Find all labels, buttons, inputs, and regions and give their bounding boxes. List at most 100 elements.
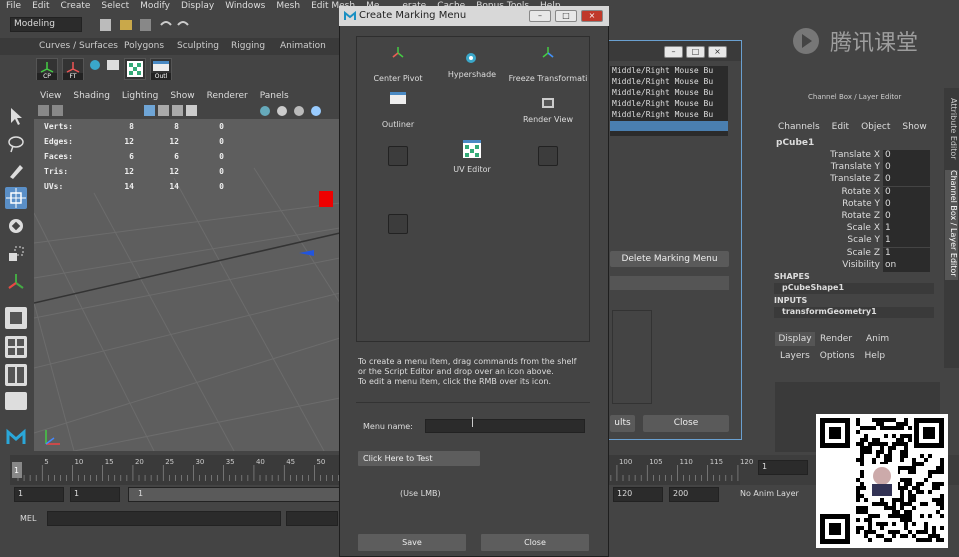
minimize-button[interactable]: –: [664, 46, 683, 58]
channel-value[interactable]: 1: [883, 223, 930, 236]
channel-value[interactable]: 0: [883, 198, 930, 211]
empty-slot-west[interactable]: [388, 146, 408, 166]
channel-row[interactable]: Translate Y0: [780, 162, 935, 175]
side-by-side-layout-icon[interactable]: [5, 364, 27, 386]
channel-box-tab[interactable]: Channel Box / Layer Editor: [945, 170, 958, 280]
menu-2[interactable]: Create: [55, 0, 96, 14]
test-marking-menu-button[interactable]: Click Here to Test: [358, 451, 480, 466]
menu-3[interactable]: Select: [95, 0, 134, 14]
current-time-field[interactable]: 1: [758, 460, 808, 475]
save-button[interactable]: Save: [358, 534, 466, 551]
channel-row[interactable]: Scale X1: [780, 223, 935, 236]
input-node[interactable]: transformGeometry1: [774, 307, 934, 318]
marking-menu-list-item[interactable]: Middle/Right Mouse Bu: [610, 88, 728, 99]
marking-menu-option-field[interactable]: [610, 276, 729, 290]
layer-tab-render[interactable]: Render: [820, 334, 852, 344]
marking-menu-list-item[interactable]: Middle/Right Mouse Bu: [610, 110, 728, 121]
marking-menu-list-selected[interactable]: [610, 121, 728, 131]
empty-slot-lower[interactable]: [388, 214, 408, 234]
empty-slot-east[interactable]: [538, 146, 558, 166]
layer-menu-help[interactable]: Help: [865, 351, 886, 361]
dialog-maximize-button[interactable]: □: [555, 10, 577, 22]
attribute-editor-tab[interactable]: Attribute Editor: [946, 98, 958, 178]
shelf-tab-curves[interactable]: Curves / Surfaces: [33, 38, 124, 55]
defaults-button[interactable]: ults: [610, 415, 635, 432]
paint-select-tool-icon[interactable]: [5, 160, 27, 182]
channel-value[interactable]: 0: [883, 162, 930, 175]
uv-editor-shelf-icon[interactable]: [124, 58, 146, 80]
channel-value[interactable]: 1: [883, 247, 930, 260]
center-pivot-icon[interactable]: [390, 45, 406, 62]
end-time-field[interactable]: 200: [669, 487, 719, 502]
outliner-icon[interactable]: [390, 92, 406, 107]
viewport-menu-panels[interactable]: Panels: [254, 91, 295, 103]
rotate-tool-icon[interactable]: [5, 215, 27, 237]
channel-box-menu-object[interactable]: Object: [861, 122, 890, 132]
viewport-menu-renderer[interactable]: Renderer: [201, 91, 254, 103]
menu-7[interactable]: Mesh: [270, 0, 305, 14]
center-pivot-shelf-icon[interactable]: CP: [36, 58, 58, 80]
menu-1[interactable]: Edit: [26, 0, 54, 14]
menu-4[interactable]: Modify: [134, 0, 175, 14]
channel-value[interactable]: 0: [883, 211, 930, 223]
start-time-field[interactable]: 1: [14, 487, 64, 502]
channel-row[interactable]: Visibility on: [780, 259, 935, 272]
channel-row[interactable]: Translate X0: [780, 150, 935, 162]
universal-manip-icon[interactable]: [5, 271, 27, 293]
layer-tab-anim[interactable]: Anim: [866, 334, 889, 344]
playback-start-field[interactable]: 1: [70, 487, 120, 502]
mel-command-input[interactable]: [47, 511, 281, 526]
uv-editor-icon[interactable]: [463, 140, 481, 161]
outliner-shelf-icon[interactable]: Outl: [150, 58, 172, 80]
channel-row[interactable]: Rotate Z0: [780, 211, 935, 223]
maximize-button[interactable]: □: [686, 46, 705, 58]
channel-box-menu-edit[interactable]: Edit: [832, 122, 849, 132]
channel-row[interactable]: Scale Y1: [780, 235, 935, 248]
marking-menu-list-item[interactable]: Middle/Right Mouse Bu: [610, 77, 728, 88]
four-view-layout-icon[interactable]: [5, 336, 27, 358]
render-view-icon[interactable]: [540, 96, 556, 113]
channel-value[interactable]: on: [883, 259, 930, 272]
channel-row[interactable]: Rotate Y0: [780, 198, 935, 211]
close-button[interactable]: Close: [481, 534, 589, 551]
mode-selector[interactable]: Modeling: [10, 17, 82, 32]
viewport-menu-lighting[interactable]: Lighting: [116, 91, 164, 103]
viewport-menu-show[interactable]: Show: [164, 91, 200, 103]
move-tool-icon[interactable]: [5, 187, 27, 209]
viewport-menu-view[interactable]: View: [34, 91, 67, 103]
delete-marking-menu-button[interactable]: Delete Marking Menu: [610, 251, 729, 267]
channel-row[interactable]: Translate Z0: [780, 174, 935, 187]
shelf-tab-sculpting[interactable]: Sculpting: [171, 38, 225, 55]
bg-close-button[interactable]: Close: [643, 415, 729, 432]
lasso-tool-icon[interactable]: [5, 133, 27, 155]
viewport-menu-shading[interactable]: Shading: [67, 91, 116, 103]
layer-menu-layers[interactable]: Layers: [780, 351, 810, 361]
channel-row[interactable]: Scale Z1: [780, 247, 935, 260]
shelf-tab-polygons[interactable]: Polygons: [118, 38, 170, 55]
dialog-minimize-button[interactable]: –: [529, 10, 551, 22]
menu-name-input[interactable]: [425, 419, 585, 433]
hypershade-icon[interactable]: [465, 52, 477, 67]
channel-box-menu-channels[interactable]: Channels: [778, 122, 820, 132]
channel-value[interactable]: 1: [883, 235, 930, 248]
single-view-layout-icon[interactable]: [5, 307, 27, 329]
scale-tool-icon[interactable]: [5, 243, 27, 265]
freeze-transform-shelf-icon[interactable]: FT: [62, 58, 84, 80]
menu-6[interactable]: Windows: [219, 0, 270, 14]
close-window-button[interactable]: ×: [708, 46, 727, 58]
layer-menu-options[interactable]: Options: [820, 351, 855, 361]
menu-5[interactable]: Display: [175, 0, 219, 14]
menu-0[interactable]: File: [0, 0, 26, 14]
render-view-shelf-icon[interactable]: [106, 58, 120, 80]
marking-menu-list[interactable]: Middle/Right Mouse Bu Middle/Right Mouse …: [610, 66, 728, 136]
marking-menu-list-item[interactable]: Middle/Right Mouse Bu: [610, 99, 728, 110]
shelf-tab-rigging[interactable]: Rigging: [225, 38, 271, 55]
select-tool-icon[interactable]: [5, 105, 27, 127]
range-slider[interactable]: 1: [128, 487, 340, 502]
shelf-tab-animation[interactable]: Animation: [274, 38, 332, 55]
channel-row[interactable]: Rotate X0: [780, 186, 935, 199]
dialog-close-button[interactable]: ×: [581, 10, 603, 22]
hypershade-shelf-icon[interactable]: [88, 58, 102, 80]
channel-value[interactable]: 0: [883, 174, 930, 187]
channel-box-menu-show[interactable]: Show: [902, 122, 926, 132]
